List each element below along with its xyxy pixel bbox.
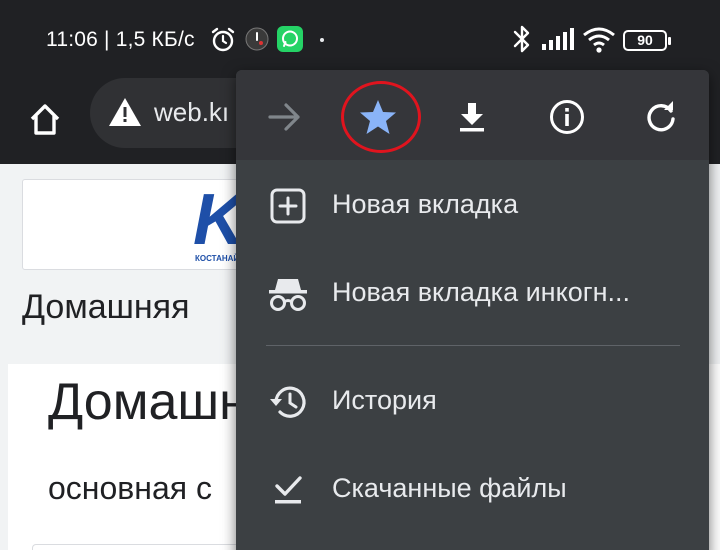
downloads-icon — [266, 468, 310, 512]
menu-item-new-incognito-tab[interactable]: Новая вкладка инкогн... — [236, 250, 709, 338]
not-secure-warning-icon[interactable] — [108, 96, 142, 133]
menu-item-label: Новая вкладка инкогн... — [332, 277, 630, 307]
download-page-button[interactable] — [445, 90, 499, 144]
menu-divider — [266, 345, 680, 346]
menu-item-history[interactable]: История — [236, 358, 709, 446]
page-subtitle: основная с — [48, 470, 212, 506]
menu-item-new-tab[interactable]: Новая вкладка — [236, 162, 709, 250]
new-tab-icon — [266, 184, 310, 228]
alarm-icon — [209, 26, 237, 59]
menu-action-row — [236, 70, 709, 160]
whatsapp-icon — [277, 26, 303, 57]
status-dot — [320, 38, 324, 42]
forward-button[interactable] — [258, 90, 312, 144]
status-time: 11:06 | 1,5 КБ/с — [46, 28, 195, 51]
home-nav-link[interactable]: Домашняя — [22, 288, 189, 327]
site-logo[interactable]: K КОСТАНАЙ — [22, 179, 252, 270]
bookmark-button[interactable] — [351, 90, 405, 144]
status-bar: 11:06 | 1,5 КБ/с 90 — [0, 0, 720, 78]
page-info-button[interactable] — [540, 90, 594, 144]
battery-level: 90 — [637, 32, 653, 48]
menu-item-label: Скачанные файлы — [332, 473, 567, 503]
forward-icon — [268, 103, 300, 131]
url-text: web.kı — [154, 97, 230, 127]
reload-button[interactable] — [634, 90, 688, 144]
home-icon — [30, 104, 60, 135]
incognito-icon — [266, 272, 310, 316]
page-title: Домашн — [48, 373, 248, 431]
menu-item-label: История — [332, 385, 437, 415]
history-icon — [266, 380, 310, 424]
menu-item-label: Новая вкладка — [332, 189, 519, 219]
bookmark-star-icon — [360, 100, 396, 134]
app-notification-icon — [245, 27, 269, 56]
overflow-menu: Новая вкладка Новая вкладка инкогн... Ис… — [236, 70, 709, 550]
reload-icon — [647, 101, 675, 132]
info-icon — [550, 100, 584, 134]
menu-item-downloads[interactable]: Скачанные файлы — [236, 446, 709, 534]
logo-caption: КОСТАНАЙ — [195, 254, 240, 263]
signal-icon — [541, 28, 575, 57]
home-button[interactable] — [18, 92, 72, 146]
wifi-icon — [582, 26, 616, 59]
bluetooth-icon — [512, 24, 532, 59]
battery-icon: 90 — [623, 30, 671, 51]
download-icon — [460, 103, 484, 132]
